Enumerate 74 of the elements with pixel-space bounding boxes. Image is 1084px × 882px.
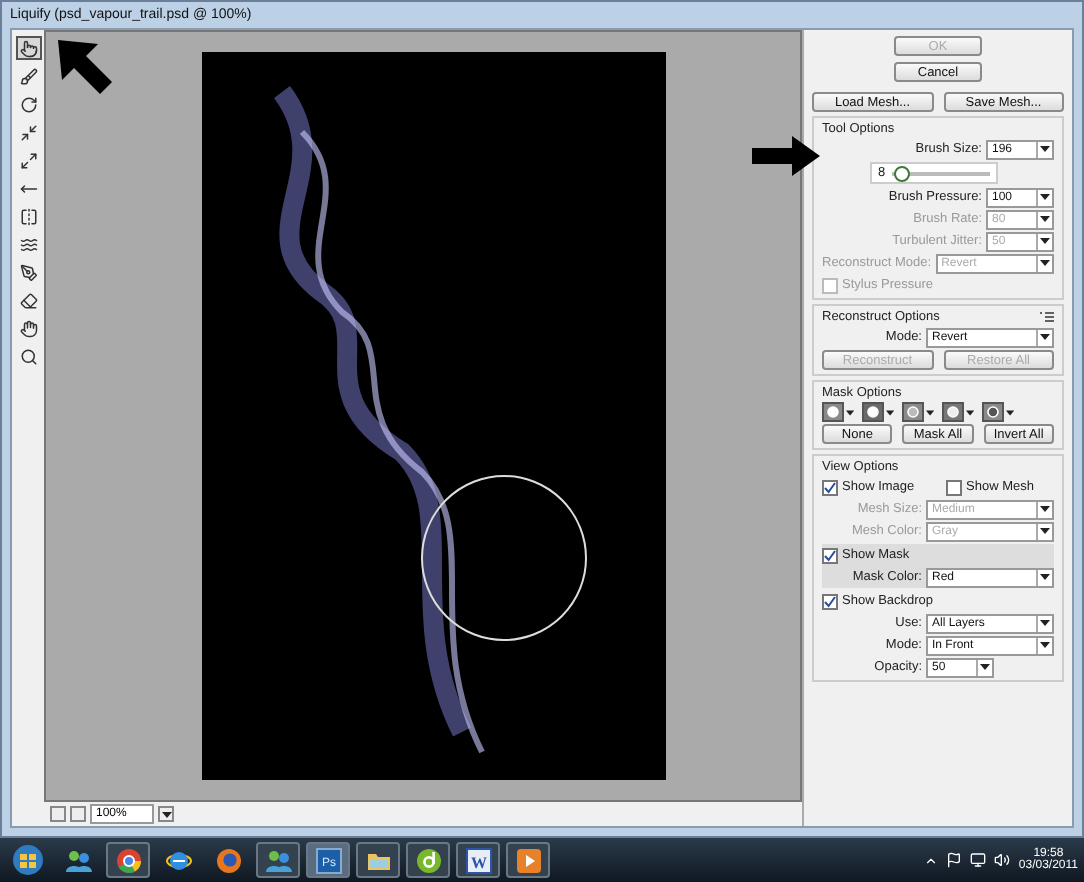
caret-icon — [1040, 238, 1050, 244]
caret-icon — [1040, 642, 1050, 648]
caret-icon — [1005, 409, 1014, 415]
dropdown-button[interactable] — [158, 806, 174, 822]
eraser-icon — [19, 291, 37, 309]
zoom-out-button[interactable] — [50, 806, 66, 822]
play-icon — [515, 847, 541, 873]
chevron-up-icon[interactable] — [924, 853, 939, 867]
network-icon[interactable] — [970, 852, 987, 868]
waves-icon — [19, 235, 37, 253]
taskbar-button[interactable] — [406, 842, 450, 878]
people-icon — [265, 847, 291, 873]
caret-icon — [1040, 574, 1050, 580]
circle-logo-icon — [415, 847, 441, 873]
shrink-icon — [19, 123, 37, 141]
checkbox[interactable] — [822, 593, 838, 609]
slider-thumb[interactable] — [893, 165, 910, 181]
caret-icon — [1040, 528, 1050, 534]
speaker-icon[interactable] — [994, 852, 1011, 868]
pen-icon — [19, 263, 37, 281]
finger-icon — [19, 39, 37, 57]
checkbox[interactable] — [822, 547, 838, 563]
rotate-icon — [19, 95, 37, 113]
caret-icon — [1040, 260, 1050, 266]
taskbar-button[interactable] — [506, 842, 550, 878]
document-icon: W — [465, 847, 491, 873]
taskbar-button[interactable]: W — [456, 842, 500, 878]
arrow-icon — [752, 136, 820, 176]
caret-icon — [965, 409, 974, 415]
mask-mode-button[interactable] — [942, 404, 974, 420]
mask-mode-button[interactable] — [902, 404, 934, 420]
mask-circle-icon — [905, 406, 920, 418]
people-icon — [65, 847, 91, 873]
caret-icon — [161, 811, 171, 817]
windows-logo-icon — [12, 844, 44, 876]
caret-icon — [1040, 216, 1050, 222]
mask-circle-icon — [865, 406, 880, 418]
tool-button[interactable] — [15, 260, 41, 284]
tool-button[interactable] — [15, 288, 41, 312]
caret-icon — [925, 409, 934, 415]
mask-circle-icon — [945, 406, 960, 418]
expand-icon — [19, 151, 37, 169]
mirror-icon — [19, 207, 37, 225]
hand-icon — [19, 319, 37, 337]
caret-icon — [885, 409, 894, 415]
mask-circle-icon — [985, 406, 1000, 418]
mask-mode-button[interactable] — [862, 404, 894, 420]
checkbox[interactable] — [946, 479, 963, 495]
taskbar-button[interactable] — [256, 842, 300, 878]
taskbar-button[interactable] — [106, 842, 150, 878]
mask-mode-button[interactable] — [982, 404, 1014, 420]
caret-icon — [1040, 620, 1050, 626]
caret-icon — [1040, 334, 1050, 340]
brush-icon — [19, 67, 37, 85]
zoom-icon — [19, 347, 37, 365]
arrow-icon — [54, 36, 114, 96]
mask-mode-button[interactable] — [822, 404, 854, 420]
taskbar-button[interactable] — [356, 842, 400, 878]
caret-icon — [1040, 194, 1050, 200]
tool-button[interactable] — [15, 316, 41, 340]
zoom-in-button[interactable] — [70, 806, 86, 822]
caret-icon — [980, 664, 990, 670]
arrow-icon — [19, 179, 37, 197]
tool-button[interactable] — [15, 64, 41, 88]
panel-menu-icon[interactable] — [1040, 312, 1054, 322]
mask-circle-icon — [825, 406, 840, 418]
checkbox[interactable] — [822, 479, 838, 495]
browser-icon — [115, 847, 141, 873]
caret-icon — [845, 409, 854, 415]
caret-icon — [1040, 506, 1050, 512]
flag-icon[interactable] — [946, 852, 963, 868]
brush-cursor-icon — [418, 472, 590, 644]
caret-icon — [1040, 146, 1050, 152]
tool-button[interactable] — [15, 36, 41, 60]
